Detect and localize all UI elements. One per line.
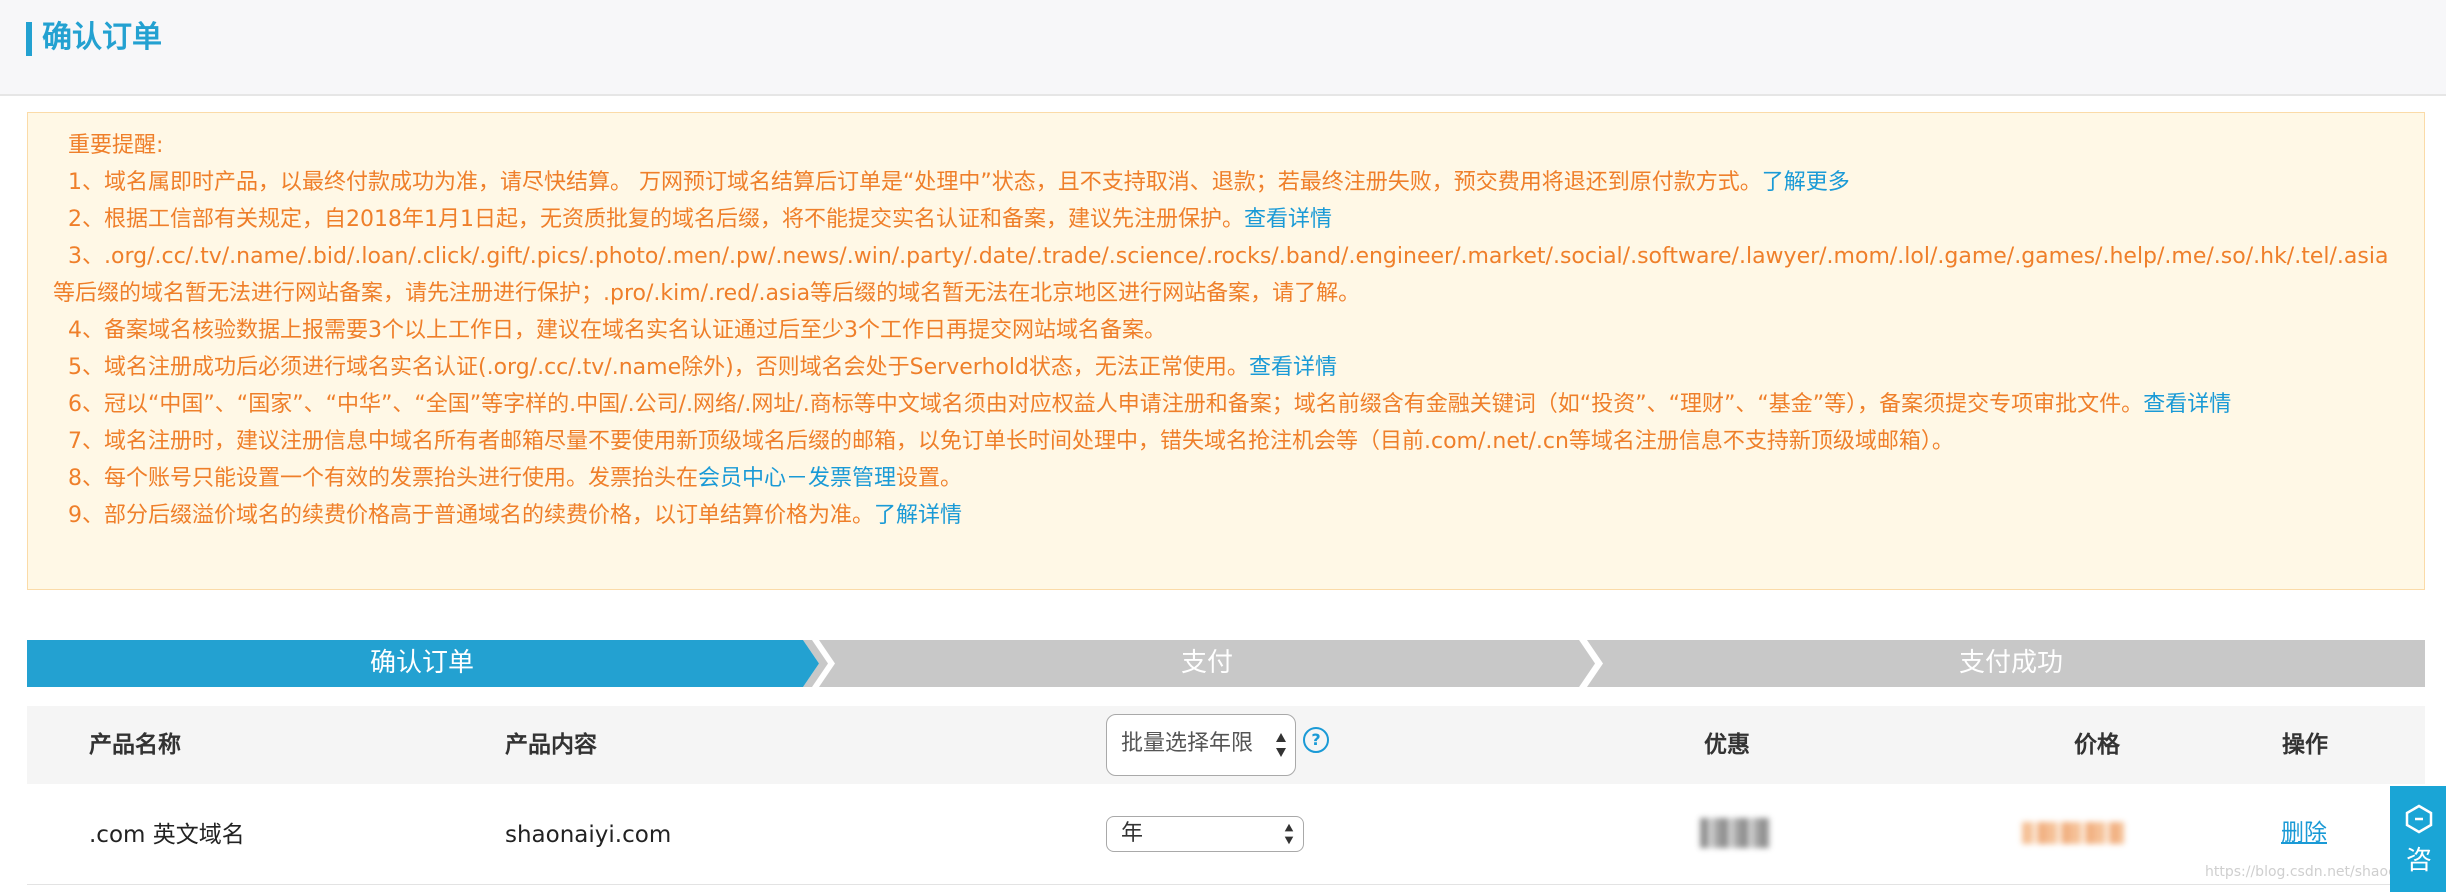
notice-item-4: 4、备案域名核验数据上报需要3个以上工作日，建议在域名实名认证通过后至少3个工作… <box>53 312 2402 349</box>
batch-year-select-label: 批量选择年限 <box>1121 731 1254 756</box>
price-blurred-value <box>2022 822 2124 844</box>
notice-text: 7、域名注册时，建议注册信息中域名所有者邮箱尽量不要使用新顶级域名后缀的邮箱，以… <box>68 429 1954 454</box>
notice-text: 8、每个账号只能设置一个有效的发票抬头进行使用。发票抬头在 <box>68 466 698 491</box>
notice-text: 1、域名属即时产品，以最终付款成功为准，请尽快结算。 万网预订域名结算后订单是“… <box>68 170 1762 195</box>
notice-text: 3、.org/.cc/.tv/.name/.bid/.loan/.click/.… <box>53 244 2389 306</box>
consult-label: 咨 <box>2406 846 2433 876</box>
notice-item-9: 9、部分后缀溢价域名的续费价格高于普通域名的续费价格，以订单结算价格为准。了解详… <box>53 497 2402 534</box>
invoice-management-link[interactable]: 会员中心－发票管理 <box>698 466 896 491</box>
year-select-value: 年 <box>1121 821 1144 846</box>
notice-item-7: 7、域名注册时，建议注册信息中域名所有者邮箱尽量不要使用新顶级域名后缀的邮箱，以… <box>53 423 2402 460</box>
updown-arrows-icon <box>1284 823 1294 845</box>
notice-text: 9、部分后缀溢价域名的续费价格高于普通域名的续费价格，以订单结算价格为准。 <box>68 503 874 528</box>
learn-more-link[interactable]: 了解更多 <box>1762 170 1850 195</box>
notice-text: 6、冠以“中国”、“国家”、“中华”、“全国”等字样的.中国/.公司/.网络/.… <box>68 392 2144 417</box>
order-progress-steps: 确认订单 支付 支付成功 <box>27 640 2425 687</box>
notice-tail: 设置。 <box>896 466 963 491</box>
view-details-link[interactable]: 查看详情 <box>1244 207 1332 232</box>
help-icon[interactable]: ? <box>1303 727 1329 753</box>
delete-button[interactable]: 删除 <box>2281 818 2327 848</box>
view-details-link[interactable]: 查看详情 <box>2143 392 2231 417</box>
important-notice: 重要提醒: 1、域名属即时产品，以最终付款成功为准，请尽快结算。 万网预订域名结… <box>27 112 2425 590</box>
notice-item-8: 8、每个账号只能设置一个有效的发票抬头进行使用。发票抬头在会员中心－发票管理设置… <box>53 460 2402 497</box>
col-product-name: 产品名称 <box>89 732 181 758</box>
col-product-content: 产品内容 <box>505 732 597 758</box>
notice-item-3: 3、.org/.cc/.tv/.name/.bid/.loan/.click/.… <box>53 238 2402 312</box>
consult-side-button[interactable]: 咨 <box>2390 786 2446 892</box>
discount-blurred-value <box>1700 818 1770 848</box>
product-content: shaonaiyi.com <box>505 822 672 848</box>
step-pay-success: 支付成功 <box>1958 648 2063 678</box>
learn-details-link[interactable]: 了解详情 <box>874 503 962 528</box>
notice-item-5: 5、域名注册成功后必须进行域名实名认证(.org/.cc/.tv/.name除外… <box>53 349 2402 386</box>
view-details-link[interactable]: 查看详情 <box>1249 355 1337 380</box>
year-select[interactable]: 年 <box>1106 816 1304 852</box>
notice-text: 2、根据工信部有关规定，自2018年1月1日起，无资质批复的域名后缀，将不能提交… <box>68 207 1244 232</box>
notice-item-6: 6、冠以“中国”、“国家”、“中华”、“全国”等字样的.中国/.公司/.网络/.… <box>53 386 2402 423</box>
notice-heading: 重要提醒: <box>68 133 164 158</box>
step-confirm-order: 确认订单 <box>369 648 474 678</box>
notice-item-2: 2、根据工信部有关规定，自2018年1月1日起，无资质批复的域名后缀，将不能提交… <box>53 201 2402 238</box>
col-discount: 优惠 <box>1704 732 1750 758</box>
product-name: .com 英文域名 <box>89 822 245 848</box>
notice-text: 4、备案域名核验数据上报需要3个以上工作日，建议在域名实名认证通过后至少3个工作… <box>68 318 1166 343</box>
page-header: 确认订单 <box>0 0 2446 96</box>
hexagon-icon <box>2405 804 2433 834</box>
updown-arrows-icon <box>1276 733 1286 757</box>
title-accent-bar <box>26 22 32 56</box>
step-pay: 支付 <box>1180 648 1233 678</box>
notice-item-1: 1、域名属即时产品，以最终付款成功为准，请尽快结算。 万网预订域名结算后订单是“… <box>53 164 2402 201</box>
col-price: 价格 <box>2074 732 2120 758</box>
notice-text: 5、域名注册成功后必须进行域名实名认证(.org/.cc/.tv/.name除外… <box>68 355 1249 380</box>
batch-year-select[interactable]: 批量选择年限 <box>1106 714 1296 776</box>
page-title: 确认订单 <box>42 20 162 55</box>
col-action: 操作 <box>2282 732 2328 758</box>
